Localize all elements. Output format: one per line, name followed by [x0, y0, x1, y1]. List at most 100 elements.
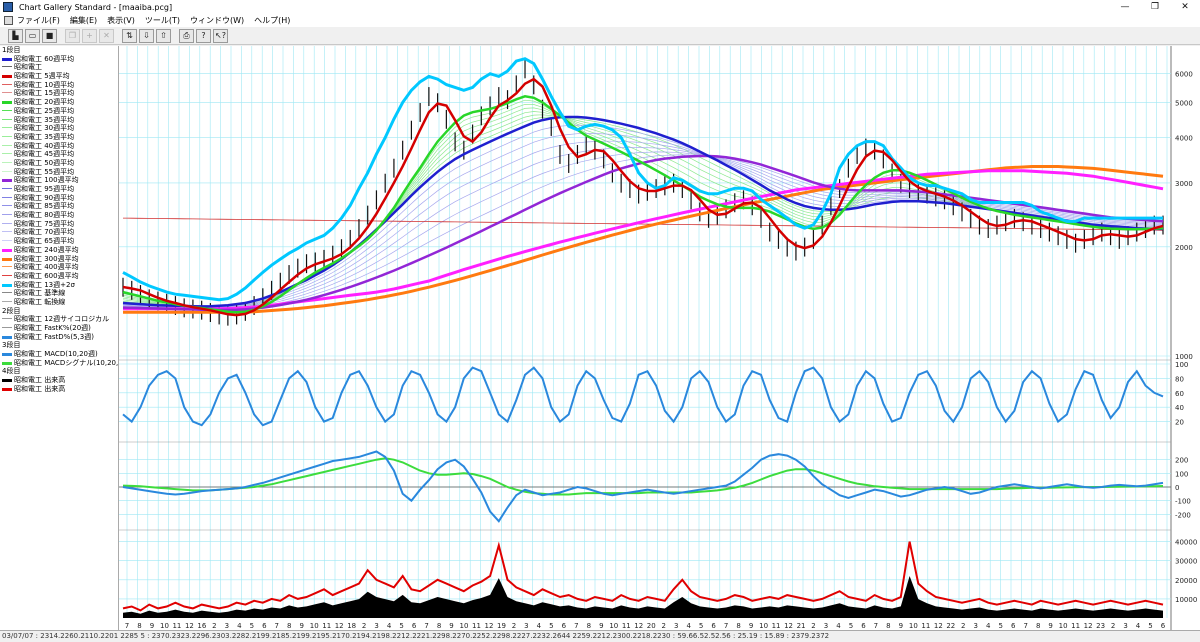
window-title: Chart Gallery Standard - [maaiba.pcg] — [19, 2, 173, 12]
legend-swatch — [2, 170, 12, 172]
copy-icon[interactable]: ❐ — [65, 28, 80, 43]
x-axis-label: 9 — [1048, 622, 1052, 630]
x-axis-label: 6 — [1011, 622, 1016, 630]
x-axis-label: 11 — [1071, 622, 1080, 630]
legend-item[interactable]: 昭和電工 40週平均 — [0, 142, 118, 151]
legend-label: 昭和電工 60週平均 — [14, 54, 75, 63]
price-tick-label: 4000 — [1175, 135, 1193, 143]
x-axis-label: 10 — [160, 622, 169, 630]
legend-item[interactable]: 昭和電工 MACDシグナル(10,20, — [0, 359, 118, 368]
x-axis-label: 16 — [197, 622, 206, 630]
x-axis-label: 7 — [1023, 622, 1027, 630]
legend-swatch — [2, 153, 12, 155]
minimize-button[interactable]: — — [1110, 0, 1140, 14]
macd-signal-line — [122, 457, 1164, 496]
document-icon[interactable] — [4, 16, 13, 25]
legend-item[interactable]: 昭和電工 55週平均 — [0, 168, 118, 177]
legend-item[interactable]: 昭和電工 95週平均 — [0, 185, 118, 194]
chart-canvas[interactable]: 6000500040003000200010001008060402020010… — [119, 46, 1200, 630]
legend-item[interactable]: 昭和電工 FastD%(5,3週) — [0, 333, 118, 342]
x-axis-label: 12 — [335, 622, 344, 630]
close-button[interactable]: ✕ — [1170, 0, 1200, 14]
crosshair-icon[interactable]: + — [82, 28, 97, 43]
legend-item[interactable]: 昭和電工 100週平均 — [0, 176, 118, 185]
legend-item[interactable]: 昭和電工 80週平均 — [0, 211, 118, 220]
legend-swatch — [2, 135, 12, 137]
x-axis-label: 2 — [811, 622, 815, 630]
legend-item[interactable]: 昭和電工 12週サイコロジカル — [0, 315, 118, 324]
x-axis-label: 4 — [537, 622, 542, 630]
upload-icon[interactable]: ⇧ — [156, 28, 171, 43]
menu-window[interactable]: ウィンドウ(W) — [190, 15, 244, 26]
x-axis-label: 2 — [512, 622, 516, 630]
legend-label: 昭和電工 12週サイコロジカル — [14, 315, 110, 324]
x-axis-label: 4 — [686, 622, 691, 630]
x-axis-label: 12 — [934, 622, 943, 630]
legend-item[interactable]: 昭和電工 25週平均 — [0, 107, 118, 116]
legend-item[interactable]: 昭和電工 300週平均 — [0, 255, 118, 264]
x-axis-label: 4 — [237, 622, 242, 630]
x-axis-label: 6 — [711, 622, 716, 630]
legend-item[interactable]: 昭和電工 240週平均 — [0, 246, 118, 255]
save-icon[interactable]: ■ — [42, 28, 57, 43]
compare-icon[interactable]: ⇅ — [122, 28, 137, 43]
legend-item[interactable]: 昭和電工 出来高 — [0, 385, 118, 394]
x-axis-label: 5 — [250, 622, 254, 630]
legend-item[interactable]: 昭和電工 15週平均 — [0, 89, 118, 98]
osc-tick-label: 60 — [1175, 390, 1184, 398]
legend-item[interactable]: 昭和電工 5週平均 — [0, 72, 118, 81]
legend-swatch — [2, 196, 12, 198]
stochastic-line — [122, 366, 1164, 427]
legend-item[interactable]: 昭和電工 400週平均 — [0, 263, 118, 272]
menu-tools[interactable]: ツール(T) — [145, 15, 180, 26]
legend-item[interactable]: 昭和電工 30週平均 — [0, 124, 118, 133]
legend-swatch — [2, 118, 12, 120]
x-axis-label: 3 — [824, 622, 828, 630]
help-icon[interactable]: ? — [196, 28, 211, 43]
chart-area[interactable]: 6000 5000 4000 3000 2000 1000 100 80 60 40 20 200 10… — [119, 46, 1200, 630]
legend-swatch — [2, 144, 12, 146]
legend-swatch — [2, 353, 12, 357]
legend-item[interactable]: 昭和電工 35週平均 — [0, 116, 118, 125]
x-axis-label: 7 — [424, 622, 428, 630]
volume-tick-label: 40000 — [1175, 539, 1197, 547]
open-icon[interactable]: ▭ — [25, 28, 40, 43]
legend-item[interactable]: 昭和電工 600週平均 — [0, 272, 118, 281]
legend-item[interactable]: 昭和電工 20週平均 — [0, 98, 118, 107]
menu-file[interactable]: ファイル(F) — [17, 15, 60, 26]
legend-item[interactable]: 昭和電工 85週平均 — [0, 202, 118, 211]
menu-edit[interactable]: 編集(E) — [70, 15, 97, 26]
legend-label: 昭和電工 35週平均 — [14, 115, 75, 124]
x-axis-label: 9 — [449, 622, 453, 630]
legend-item[interactable]: 昭和電工 基準線 — [0, 289, 118, 298]
x-axis-label: 3 — [374, 622, 378, 630]
delete-icon[interactable]: ✕ — [99, 28, 114, 43]
x-axis-label: 9 — [749, 622, 753, 630]
legend-item[interactable]: 昭和電工 50週平均 — [0, 159, 118, 168]
legend-item[interactable]: 昭和電工 45週平均 — [0, 150, 118, 159]
legend-item[interactable]: 昭和電工 — [0, 63, 118, 72]
legend-label: 昭和電工 70週平均 — [14, 228, 75, 237]
legend-swatch — [2, 127, 12, 129]
print-icon[interactable]: ⎙ — [179, 28, 194, 43]
legend-section-header: 4段目 — [2, 367, 21, 376]
legend-item[interactable]: 昭和電工 出来高 — [0, 376, 118, 385]
legend-item[interactable]: 昭和電工 70週平均 — [0, 228, 118, 237]
menu-view[interactable]: 表示(V) — [107, 15, 135, 26]
legend-item[interactable]: 昭和電工 13週+2σ — [0, 281, 118, 290]
legend-item[interactable]: 昭和電工 転換線 — [0, 298, 118, 307]
new-chart-icon[interactable]: ▙ — [8, 28, 23, 43]
context-help-icon[interactable]: ↖? — [213, 28, 228, 43]
x-axis-label: 6 — [412, 622, 417, 630]
legend-item[interactable]: 昭和電工 FastK%(20週) — [0, 324, 118, 333]
ma-ribbon-line — [122, 111, 1164, 309]
x-axis-label: 9 — [599, 622, 603, 630]
maximize-button[interactable]: ❐ — [1140, 0, 1170, 14]
legend-label: 昭和電工 85週平均 — [14, 202, 75, 211]
legend-item[interactable]: 昭和電工 MACD(10,20週) — [0, 350, 118, 359]
legend-label: 昭和電工 75週平均 — [14, 219, 75, 228]
download-icon[interactable]: ⇩ — [139, 28, 154, 43]
menu-help[interactable]: ヘルプ(H) — [254, 15, 290, 26]
legend-item[interactable]: 昭和電工 65週平均 — [0, 237, 118, 246]
legend-item[interactable]: 昭和電工 35週平均 — [0, 133, 118, 142]
